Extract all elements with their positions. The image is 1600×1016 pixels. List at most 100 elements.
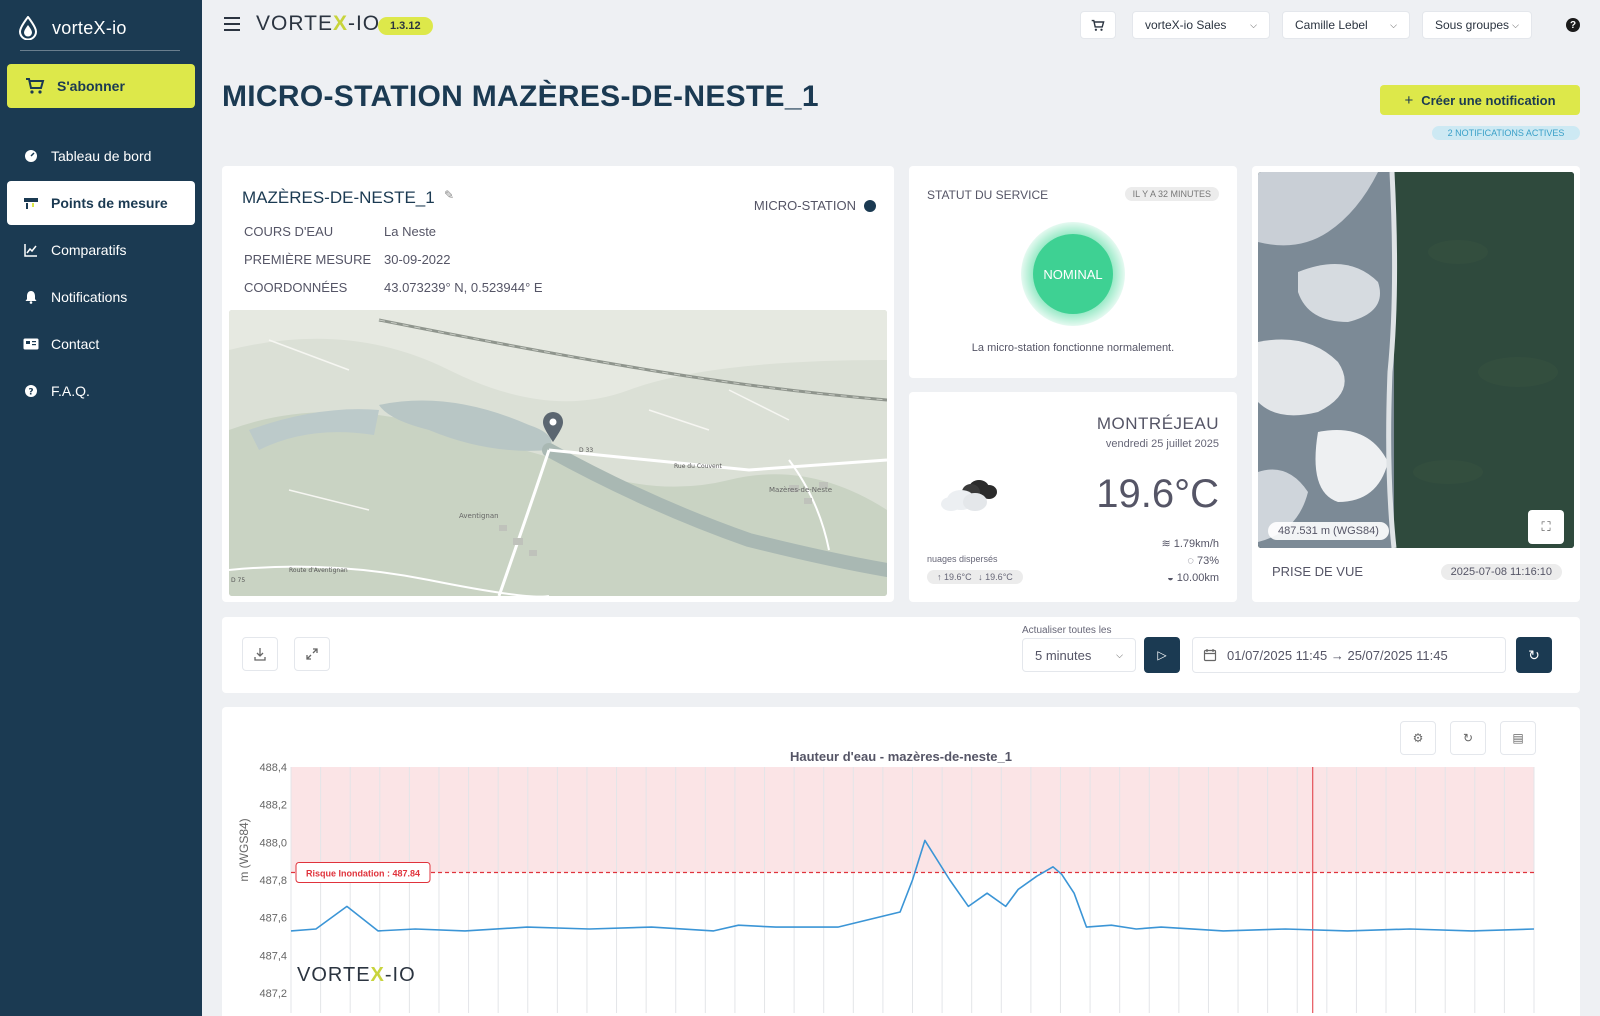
chart-controls-bar: Actualiser toutes les 5 minutes ⌵ ▷ 01/0… xyxy=(222,617,1580,693)
create-notification-button[interactable]: + Créer une notification xyxy=(1380,85,1580,115)
play-button[interactable]: ▷ xyxy=(1144,637,1180,673)
chevron-down-icon: ⌵ xyxy=(1512,19,1519,30)
station-card: MAZÈRES-DE-NESTE_1 ✎ MICRO-STATION COURS… xyxy=(222,166,894,602)
weather-max: 19.6°C xyxy=(944,572,972,582)
sidebar-item-label: Tableau de bord xyxy=(51,148,152,164)
chevron-down-icon: ⌵ xyxy=(1116,649,1123,660)
weather-date: vendredi 25 juillet 2025 xyxy=(1105,438,1219,450)
refresh-icon: ↻ xyxy=(1528,646,1540,663)
cart-icon xyxy=(26,78,45,94)
river-photo-canvas xyxy=(1258,172,1574,548)
weather-temperature: 19.6°C xyxy=(1096,472,1219,516)
field-value: 43.073239° N, 0.523944° E xyxy=(384,280,543,295)
visibility-icon: ◒ xyxy=(1167,572,1177,584)
sidebar-item-notifications[interactable]: Notifications xyxy=(7,275,195,319)
service-status-card: STATUT DU SERVICE IL Y A 32 MINUTES NOMI… xyxy=(909,166,1237,378)
reload-button[interactable]: ↻ xyxy=(1516,637,1552,673)
refresh-interval-select[interactable]: 5 minutes ⌵ xyxy=(1022,638,1136,672)
weather-description: nuages dispersés xyxy=(927,554,998,564)
y-axis-label: m (WGS84) xyxy=(237,818,251,881)
active-notifications-badge[interactable]: 2 NOTIFICATIONS ACTIVES xyxy=(1432,126,1580,140)
location-map[interactable]: D 33 Rue du Couvent Aventignan Mazères-d… xyxy=(229,310,887,596)
y-tick-label: 487,8 xyxy=(259,875,287,887)
photo-date: 2025-07-08 11:16:10 xyxy=(1440,564,1562,580)
sidebar-item-measure-points[interactable]: Points de mesure xyxy=(7,181,195,225)
y-tick-label: 488,0 xyxy=(259,837,287,849)
station-type: MICRO-STATION xyxy=(754,198,876,213)
river-photo[interactable]: 487.531 m (WGS84) ⛶ xyxy=(1258,172,1574,548)
y-tick-label: 488,2 xyxy=(259,800,287,812)
weather-humidity: 73% xyxy=(1196,555,1219,567)
brand[interactable]: vorteX-io xyxy=(0,0,202,56)
weather-city: MONTRÉJEAU xyxy=(1096,414,1219,433)
user-select[interactable]: Camille Lebel ⌵ xyxy=(1282,11,1410,39)
y-tick-label: 488,4 xyxy=(259,762,287,774)
water-drop-logo-icon xyxy=(18,16,38,40)
menu-icon[interactable] xyxy=(224,17,240,31)
weather-wind: 1.79km/h xyxy=(1173,538,1219,550)
chevron-down-icon: ⌵ xyxy=(1390,19,1397,30)
field-key: COORDONNÉES xyxy=(244,280,348,295)
status-message: La micro-station fonctionne normalement. xyxy=(971,342,1175,354)
station-field-river: COURS D'EAU La Neste xyxy=(244,224,436,239)
sidebar-item-comparatifs[interactable]: Comparatifs xyxy=(7,228,195,272)
logo-text-suffix: -IO xyxy=(347,12,381,35)
measure-point-icon xyxy=(23,195,39,211)
camera-photo-card: 487.531 m (WGS84) ⛶ PRISE DE VUE 2025-07… xyxy=(1252,166,1580,602)
topbar: VORTE X -IO 1.3.12 vorteX-io Sales ⌵ Camil… xyxy=(202,0,1600,52)
help-button[interactable]: ? xyxy=(1566,18,1580,32)
map-label-village: Aventignan xyxy=(459,512,499,520)
map-label-road: Route d'Aventignan xyxy=(289,567,348,574)
app-logo[interactable]: VORTE X -IO xyxy=(256,12,394,36)
station-field-first-measure: PREMIÈRE MESURE 30-09-2022 xyxy=(244,252,451,267)
edit-icon[interactable]: ✎ xyxy=(444,188,454,202)
organization-select[interactable]: vorteX-io Sales ⌵ xyxy=(1132,11,1270,39)
sidebar-item-label: Points de mesure xyxy=(51,195,168,211)
y-tick-label: 487,2 xyxy=(259,988,287,1000)
help-icon: ? xyxy=(23,383,39,399)
plus-icon: + xyxy=(1404,91,1414,109)
logo-x: X xyxy=(332,12,348,35)
water-drop-icon xyxy=(864,199,876,212)
expand-button[interactable] xyxy=(294,637,330,671)
map-label-street: Rue du Couvent xyxy=(674,463,723,470)
sidebar-item-faq[interactable]: ? F.A.Q. xyxy=(7,369,195,413)
refresh-interval-label: Actualiser toutes les xyxy=(1022,625,1112,636)
dashboard-icon xyxy=(23,148,39,164)
subgroups-select-value: Sous groupes xyxy=(1435,18,1510,32)
weather-card: MONTRÉJEAU vendredi 25 juillet 2025 19.6… xyxy=(909,392,1237,602)
date-range-picker[interactable]: 01/07/2025 11:45 → 25/07/2025 11:45 xyxy=(1192,637,1506,673)
humidity-icon: ◌ xyxy=(1187,555,1197,567)
contact-card-icon xyxy=(23,336,39,352)
logo-text: VORTE xyxy=(256,12,333,35)
sidebar-item-contact[interactable]: Contact xyxy=(7,322,195,366)
field-value: 30-09-2022 xyxy=(384,252,451,267)
y-tick-label: 487,4 xyxy=(259,950,287,962)
subscribe-button[interactable]: S'abonner xyxy=(7,64,195,108)
play-icon: ▷ xyxy=(1157,648,1167,662)
cart-icon xyxy=(1091,19,1105,31)
fullscreen-button[interactable]: ⛶ xyxy=(1528,510,1564,544)
subscribe-label: S'abonner xyxy=(57,78,125,94)
threshold-label: Risque Inondation : 487.84 xyxy=(306,868,420,878)
sidebar-item-label: Notifications xyxy=(51,289,128,305)
sidebar-item-label: F.A.Q. xyxy=(51,383,90,399)
sidebar-item-dashboard[interactable]: Tableau de bord xyxy=(7,134,195,178)
water-level-chart-card: ⚙ ↻ ▤ Hauteur d'eau - mazères-de-neste_1… xyxy=(222,707,1580,1016)
version-badge: 1.3.12 xyxy=(378,17,433,35)
download-button[interactable] xyxy=(242,637,278,671)
arrow-up-icon: ↑ xyxy=(937,572,942,582)
cart-button[interactable] xyxy=(1080,11,1116,39)
field-key: PREMIÈRE MESURE xyxy=(244,252,372,267)
user-select-value: Camille Lebel xyxy=(1295,18,1368,32)
water-level-chart[interactable]: 488,4 488,2 488,0 487,8 487,6 487,4 487,2 m (WG… xyxy=(222,707,1580,1016)
weather-min: 19.6°C xyxy=(985,572,1013,582)
organization-select-value: vorteX-io Sales xyxy=(1145,18,1227,32)
subgroups-select[interactable]: Sous groupes ⌵ xyxy=(1422,11,1532,39)
chart-watermark-logo: VORTEX-IO xyxy=(297,964,416,986)
y-tick-label: 487,6 xyxy=(259,913,287,925)
weather-visibility: 10.00km xyxy=(1176,572,1219,584)
status-time-badge: IL Y A 32 MINUTES xyxy=(1124,187,1219,201)
station-name: MAZÈRES-DE-NESTE_1 xyxy=(242,188,435,207)
map-label-road: D 33 xyxy=(579,447,593,454)
